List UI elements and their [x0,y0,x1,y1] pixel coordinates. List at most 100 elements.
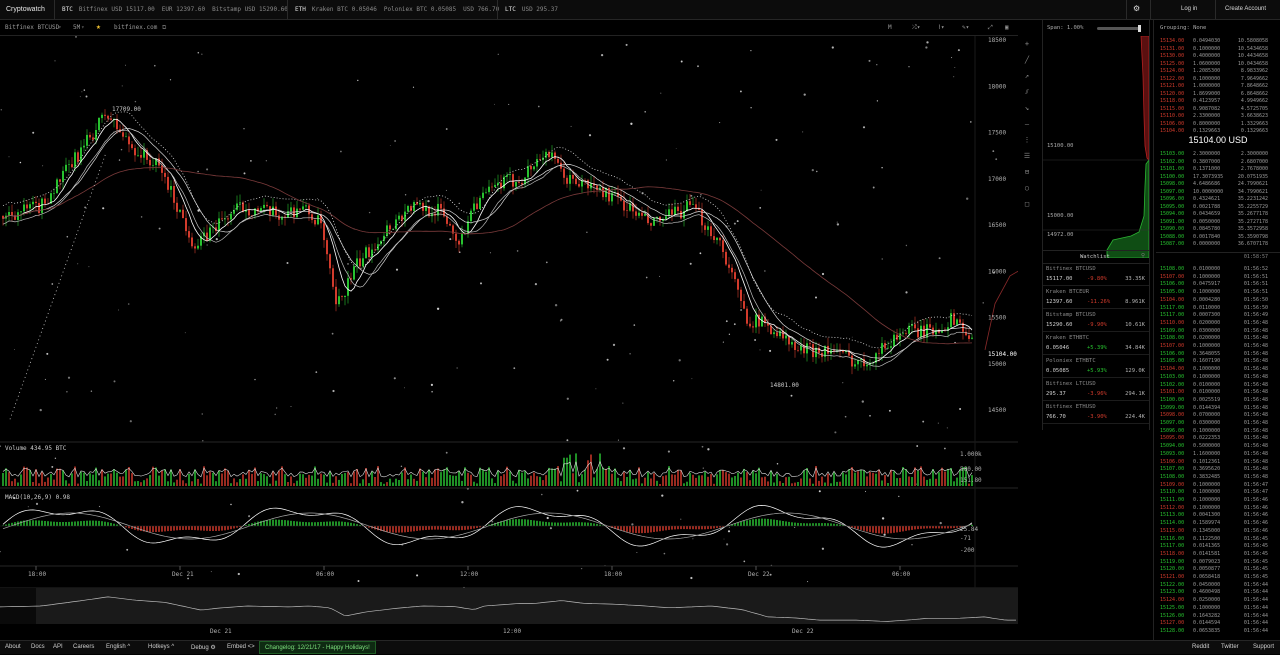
ask-row[interactable]: 15115.000.90870824.5725705 [1156,106,1280,112]
gear-icon[interactable]: ⚙ [1133,4,1140,13]
bid-row[interactable]: 15097.0010.000000034.7990621 [1156,189,1280,195]
candlestick-chart[interactable]: 1850018000175001700016500160001550015000… [0,36,1018,636]
candle-body [566,178,568,184]
volume-bar [884,475,886,486]
volume-bar [266,476,268,486]
trade-row: 15116.000.112250001:56:45 [1156,536,1280,542]
changelog-banner[interactable]: Changelog: 12/21/17 - Happy Holidays! [259,641,376,654]
candle-body [74,152,76,167]
ray-tool-icon[interactable]: ↗ [1019,68,1035,84]
watchlist-item[interactable]: Bitfinex ETHUSD766.70-3.90%224.4K [1043,401,1149,424]
ask-row[interactable]: 15124.001.20853008.9833962 [1156,68,1280,74]
bid-row[interactable]: 15090.000.084578035.3572958 [1156,226,1280,232]
line-tool-icon[interactable]: ╱ [1019,52,1035,68]
bid-row[interactable]: 15095.000.002178835.2255729 [1156,204,1280,210]
ask-row[interactable]: 15120.001.86990006.8648662 [1156,91,1280,97]
exchange-link[interactable]: bitfinex.com [114,24,157,31]
ask-row[interactable]: 15134.000.049403010.5808058 [1156,38,1280,44]
bid-row[interactable]: 15103.002.30000002.3000000 [1156,151,1280,157]
bid-row[interactable]: 15094.000.043465935.2677178 [1156,211,1280,217]
price-chart[interactable]: 1850018000175001700016500160001550015000… [0,36,1018,636]
brand-logo[interactable]: Cryptowatch [6,6,45,13]
candle-body [479,198,481,209]
footer-support-link[interactable]: Support [1253,644,1274,650]
ask-row[interactable]: 15130.000.400000010.4434658 [1156,53,1280,59]
watchlist-item[interactable]: Kraken ETHBTC0.05046+5.39%34.84K [1043,332,1149,355]
ltc-ticker-group[interactable]: LTCUSD 295.37 [505,6,565,13]
measure-tool-icon[interactable]: ⊟ [1019,164,1035,180]
rect-tool-icon[interactable]: □ [1019,196,1035,212]
draw-icon[interactable]: ✎▾ [962,24,969,31]
watchlist-item[interactable]: Bitfinex BTCUSD15117.00-9.80%33.35K [1043,263,1149,286]
watchlist-settings-icon[interactable]: ⚲ [1141,253,1145,259]
hline-tool-icon[interactable]: ― [1019,116,1035,132]
star-dot [207,244,208,245]
ask-row[interactable]: 15125.001.060000010.0434658 [1156,61,1280,67]
footer-reddit-link[interactable]: Reddit [1192,644,1209,650]
footer-api-link[interactable]: API [53,644,63,650]
channel-tool-icon[interactable]: ⫽ [1019,84,1035,100]
macd-histogram-bar [884,526,886,534]
ask-row[interactable]: 15121.001.00000007.8648662 [1156,83,1280,89]
footer-docs-link[interactable]: Docs [31,644,45,650]
fullscreen-icon[interactable]: ⤢ [988,24,993,32]
language-selector[interactable]: English ^ [106,644,130,650]
bid-row[interactable]: 15101.000.13710002.7678000 [1156,166,1280,172]
star-dot [664,553,666,555]
star-dot [91,390,92,391]
footer-twitter-link[interactable]: Twitter [1221,644,1239,650]
star-icon[interactable]: ★ [96,22,101,31]
create-account-button[interactable]: Create Account [1225,6,1266,12]
ask-row[interactable]: 15118.000.41239574.9949662 [1156,98,1280,104]
watchlist-item[interactable]: Kraken BTCEUR12397.60-11.26%8.961K [1043,286,1149,309]
grouping-selector[interactable]: Grouping: None [1160,25,1206,31]
candle-body [752,326,754,327]
eth-ticker-group[interactable]: ETHKraken BTC 0.05046Poloniex BTC 0.0508… [295,6,506,13]
candle-body [965,332,967,335]
bid-row[interactable]: 15088.000.001784035.3590798 [1156,234,1280,240]
macd-histogram-bar [389,526,391,532]
chart-type-button[interactable]: M [888,24,892,31]
close-chart-icon[interactable]: ▣ [1005,24,1009,31]
ask-row[interactable]: 15106.000.80000001.3329663 [1156,121,1280,127]
bid-row[interactable]: 15091.000.005000035.2727178 [1156,219,1280,225]
footer-careers-link[interactable]: Careers [73,644,94,650]
bid-row[interactable]: 15102.000.38070002.6807000 [1156,159,1280,165]
span-slider[interactable] [1097,27,1141,30]
trade-row: 15114.000.158997401:56:46 [1156,520,1280,526]
candle-body [275,207,277,216]
watchlist-item[interactable]: Bitstamp BTCUSD15290.60-9.90%10.61K [1043,309,1149,332]
star-dot [761,190,762,191]
footer-about-link[interactable]: About [5,644,21,650]
bid-row[interactable]: 15098.004.648668624.7990621 [1156,181,1280,187]
ask-row[interactable]: 15122.000.10000007.9649662 [1156,76,1280,82]
star-dot [88,266,89,267]
volume-bar [158,476,160,486]
arrow-tool-icon[interactable]: ↘ [1019,100,1035,116]
bid-row[interactable]: 15087.000.000000036.6707178 [1156,241,1280,247]
debug-menu[interactable]: Debug ⚙ [191,644,216,651]
ask-row[interactable]: 15110.002.33000003.6638623 [1156,113,1280,119]
watchlist-item[interactable]: Bitfinex LTCUSD295.37-3.96%294.1K [1043,378,1149,401]
market-selector[interactable]: Bitfinex BTCUSD [5,24,59,31]
fib-tool-icon[interactable]: ☰ [1019,148,1035,164]
crosshair-icon[interactable]: + [1019,36,1035,52]
volume-bar [494,483,496,486]
circle-tool-icon[interactable]: ○ [1019,180,1035,196]
bid-row[interactable]: 15100.0017.307393520.0751935 [1156,174,1280,180]
period-selector[interactable]: 5M [73,24,80,31]
lines-icon[interactable]: ⌇▾ [938,24,945,31]
ask-row[interactable]: 15104.000.13296630.1329663 [1156,128,1280,134]
bid-row[interactable]: 15096.000.432462135.2231242 [1156,196,1280,202]
watchlist-item[interactable]: Poloniex ETHBTC0.05085+5.93%129.0K [1043,355,1149,378]
embed-menu[interactable]: Embed <> [227,644,255,650]
btc-ticker-group[interactable]: BTCBitfinex USD 15117.00EUR 12397.60Bits… [62,6,295,13]
indicators-icon[interactable]: ⤮▾ [912,24,920,32]
hotkeys-menu[interactable]: Hotkeys ^ [148,644,174,650]
external-link-icon[interactable]: ⧉ [162,24,166,32]
volume-bar [338,480,340,486]
login-button[interactable]: Log in [1181,6,1197,12]
ask-row[interactable]: 15131.000.100000010.5434658 [1156,46,1280,52]
vline-tool-icon[interactable]: ⋮ [1019,132,1035,148]
star-dot [659,276,660,277]
